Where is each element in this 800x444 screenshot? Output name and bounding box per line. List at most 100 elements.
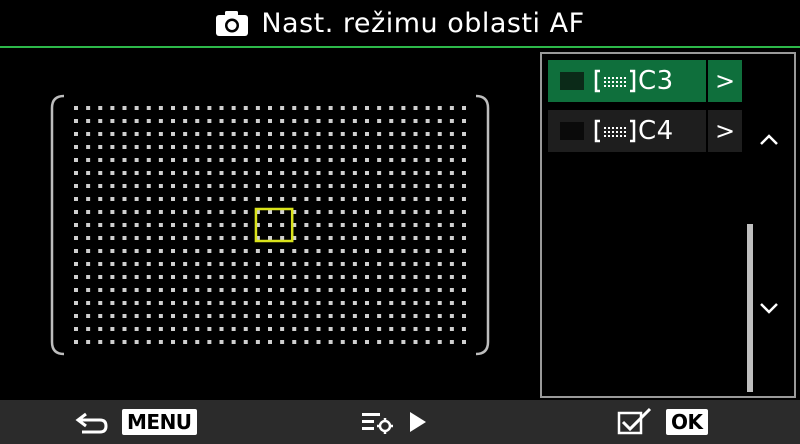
af-point [437,210,442,214]
af-point [462,262,466,266]
af-point [352,119,357,123]
af-point [365,184,369,188]
af-point [413,223,418,227]
chevron-up-icon[interactable] [754,130,784,150]
af-points [74,106,466,344]
af-point [340,210,345,214]
af-point [377,145,382,149]
af-point [365,106,369,110]
af-point [207,275,212,279]
af-point [462,249,466,253]
af-point [110,145,115,149]
af-point [110,314,115,318]
af-point [171,288,175,292]
chevron-right-icon[interactable]: > [708,60,742,102]
af-point [389,236,394,240]
af-point [377,314,382,318]
af-point [280,249,285,253]
af-point [146,145,151,149]
af-point [389,158,394,162]
af-point [377,132,382,136]
af-point [195,236,200,240]
af-point [98,145,103,149]
af-mode-list-panel: C3 > C4 > [540,52,796,398]
af-point [134,197,139,201]
af-point [86,327,91,331]
af-point [328,288,333,292]
af-point [425,171,430,175]
af-point [183,275,188,279]
af-point [207,184,212,188]
af-point [462,132,466,136]
af-point [462,145,466,149]
af-point [401,210,406,214]
af-point [231,288,236,292]
af-point [243,171,248,175]
af-point [425,340,430,344]
list-item-main[interactable]: C4 [548,110,706,152]
af-point [86,314,91,318]
af-point [183,327,188,331]
af-point [401,301,406,305]
list-item-c4[interactable]: C4 > [548,110,744,152]
af-point [377,158,382,162]
af-point [98,197,103,201]
af-point [122,171,127,175]
af-point [316,249,321,253]
af-point [462,340,466,344]
af-point [292,275,297,279]
af-point [134,340,139,344]
af-point [183,158,188,162]
menu-key[interactable]: MENU [122,409,197,435]
settings-control[interactable] [360,406,430,438]
af-point [134,301,139,305]
af-point [195,106,200,110]
af-point [413,275,418,279]
af-point [292,197,297,201]
af-point [146,210,151,214]
af-point [86,249,91,253]
list-item-main[interactable]: C3 [548,60,706,102]
af-point [171,171,175,175]
af-point [425,262,430,266]
af-point [304,223,309,227]
af-point [207,223,212,227]
af-point [425,314,430,318]
af-point [449,197,454,201]
scrollbar[interactable] [747,224,753,392]
af-point [328,327,333,331]
af-point [328,314,333,318]
af-point [462,275,466,279]
ok-control[interactable]: OK [616,406,708,438]
back-control[interactable]: MENU [72,406,197,438]
af-point [304,314,309,318]
af-point [352,145,357,149]
af-point [280,184,285,188]
af-point [231,249,236,253]
af-point [98,132,103,136]
af-point [389,210,394,214]
af-point [98,327,103,331]
af-point [425,249,430,253]
af-point [219,236,224,240]
af-point [255,171,260,175]
af-point [74,236,78,240]
af-point [122,119,127,123]
chevron-right-icon[interactable]: > [708,110,742,152]
ok-key[interactable]: OK [666,409,708,435]
af-point [86,119,91,123]
af-point [98,158,103,162]
af-point [401,223,406,227]
af-point [389,340,394,344]
af-point [268,132,272,136]
af-point [389,249,394,253]
af-point [462,314,466,318]
list-item-c3[interactable]: C3 > [548,60,744,102]
af-point [365,275,369,279]
af-point [86,262,91,266]
af-point [413,327,418,331]
af-point [268,249,272,253]
af-point [243,275,248,279]
af-area-grid[interactable] [50,94,490,356]
chevron-down-icon[interactable] [754,298,784,318]
